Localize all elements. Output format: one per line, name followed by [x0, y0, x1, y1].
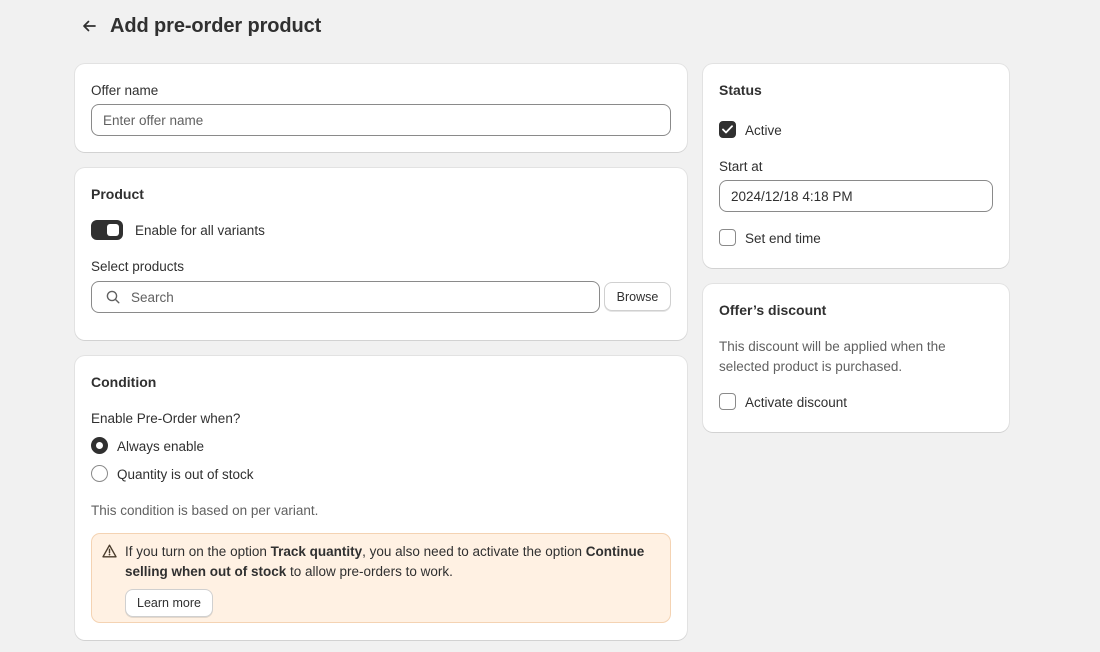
- checkmark-icon: [722, 125, 733, 134]
- radio-out-of-stock-label: Quantity is out of stock: [117, 467, 254, 482]
- enable-all-variants-label: Enable for all variants: [135, 223, 265, 238]
- product-card-title: Product: [91, 186, 144, 202]
- offer-name-label: Offer name: [91, 83, 159, 98]
- search-placeholder: Search: [131, 289, 174, 305]
- warning-text: If you turn on the option Track quantity…: [125, 544, 645, 579]
- warning-banner: If you turn on the option Track quantity…: [91, 533, 671, 623]
- set-end-time-label: Set end time: [745, 231, 821, 246]
- start-at-input[interactable]: 2024/12/18 4:18 PM: [719, 180, 993, 212]
- status-card: Status Active Start at 2024/12/18 4:18 P…: [703, 64, 1009, 268]
- condition-card: Condition Enable Pre-Order when? Always …: [75, 356, 687, 640]
- start-at-label: Start at: [719, 159, 763, 174]
- offer-name-input[interactable]: Enter offer name: [91, 104, 671, 136]
- condition-card-title: Condition: [91, 374, 157, 390]
- product-card: Product Enable for all variants Select p…: [75, 168, 687, 340]
- status-card-title: Status: [719, 82, 762, 98]
- back-button[interactable]: [78, 15, 100, 37]
- radio-always-enable[interactable]: [91, 437, 108, 454]
- condition-question: Enable Pre-Order when?: [91, 411, 241, 426]
- activate-discount-label: Activate discount: [745, 395, 848, 410]
- learn-more-button[interactable]: Learn more: [125, 589, 213, 617]
- condition-note: This condition is based on per variant.: [91, 503, 319, 518]
- browse-button[interactable]: Browse: [604, 282, 671, 311]
- search-icon: [106, 290, 120, 304]
- enable-all-variants-toggle[interactable]: [91, 220, 123, 240]
- arrow-left-icon: [83, 20, 96, 32]
- radio-out-of-stock[interactable]: [91, 465, 108, 482]
- active-checkbox-label: Active: [745, 123, 782, 138]
- discount-description: This discount will be applied when the s…: [719, 339, 946, 374]
- set-end-time-checkbox[interactable]: [719, 229, 736, 246]
- discount-card-title: Offer’s discount: [719, 302, 827, 318]
- warning-icon: [102, 544, 117, 558]
- page-header: Add pre-order product: [78, 12, 321, 40]
- select-products-label: Select products: [91, 259, 185, 274]
- radio-always-enable-label: Always enable: [117, 439, 205, 454]
- product-search-input[interactable]: Search: [91, 281, 600, 313]
- active-checkbox[interactable]: [719, 121, 736, 138]
- offer-name-card: Offer name Enter offer name: [75, 64, 687, 152]
- discount-card: Offer’s discount This discount will be a…: [703, 284, 1009, 432]
- activate-discount-checkbox[interactable]: [719, 393, 736, 410]
- page-title: Add pre-order product: [110, 14, 322, 37]
